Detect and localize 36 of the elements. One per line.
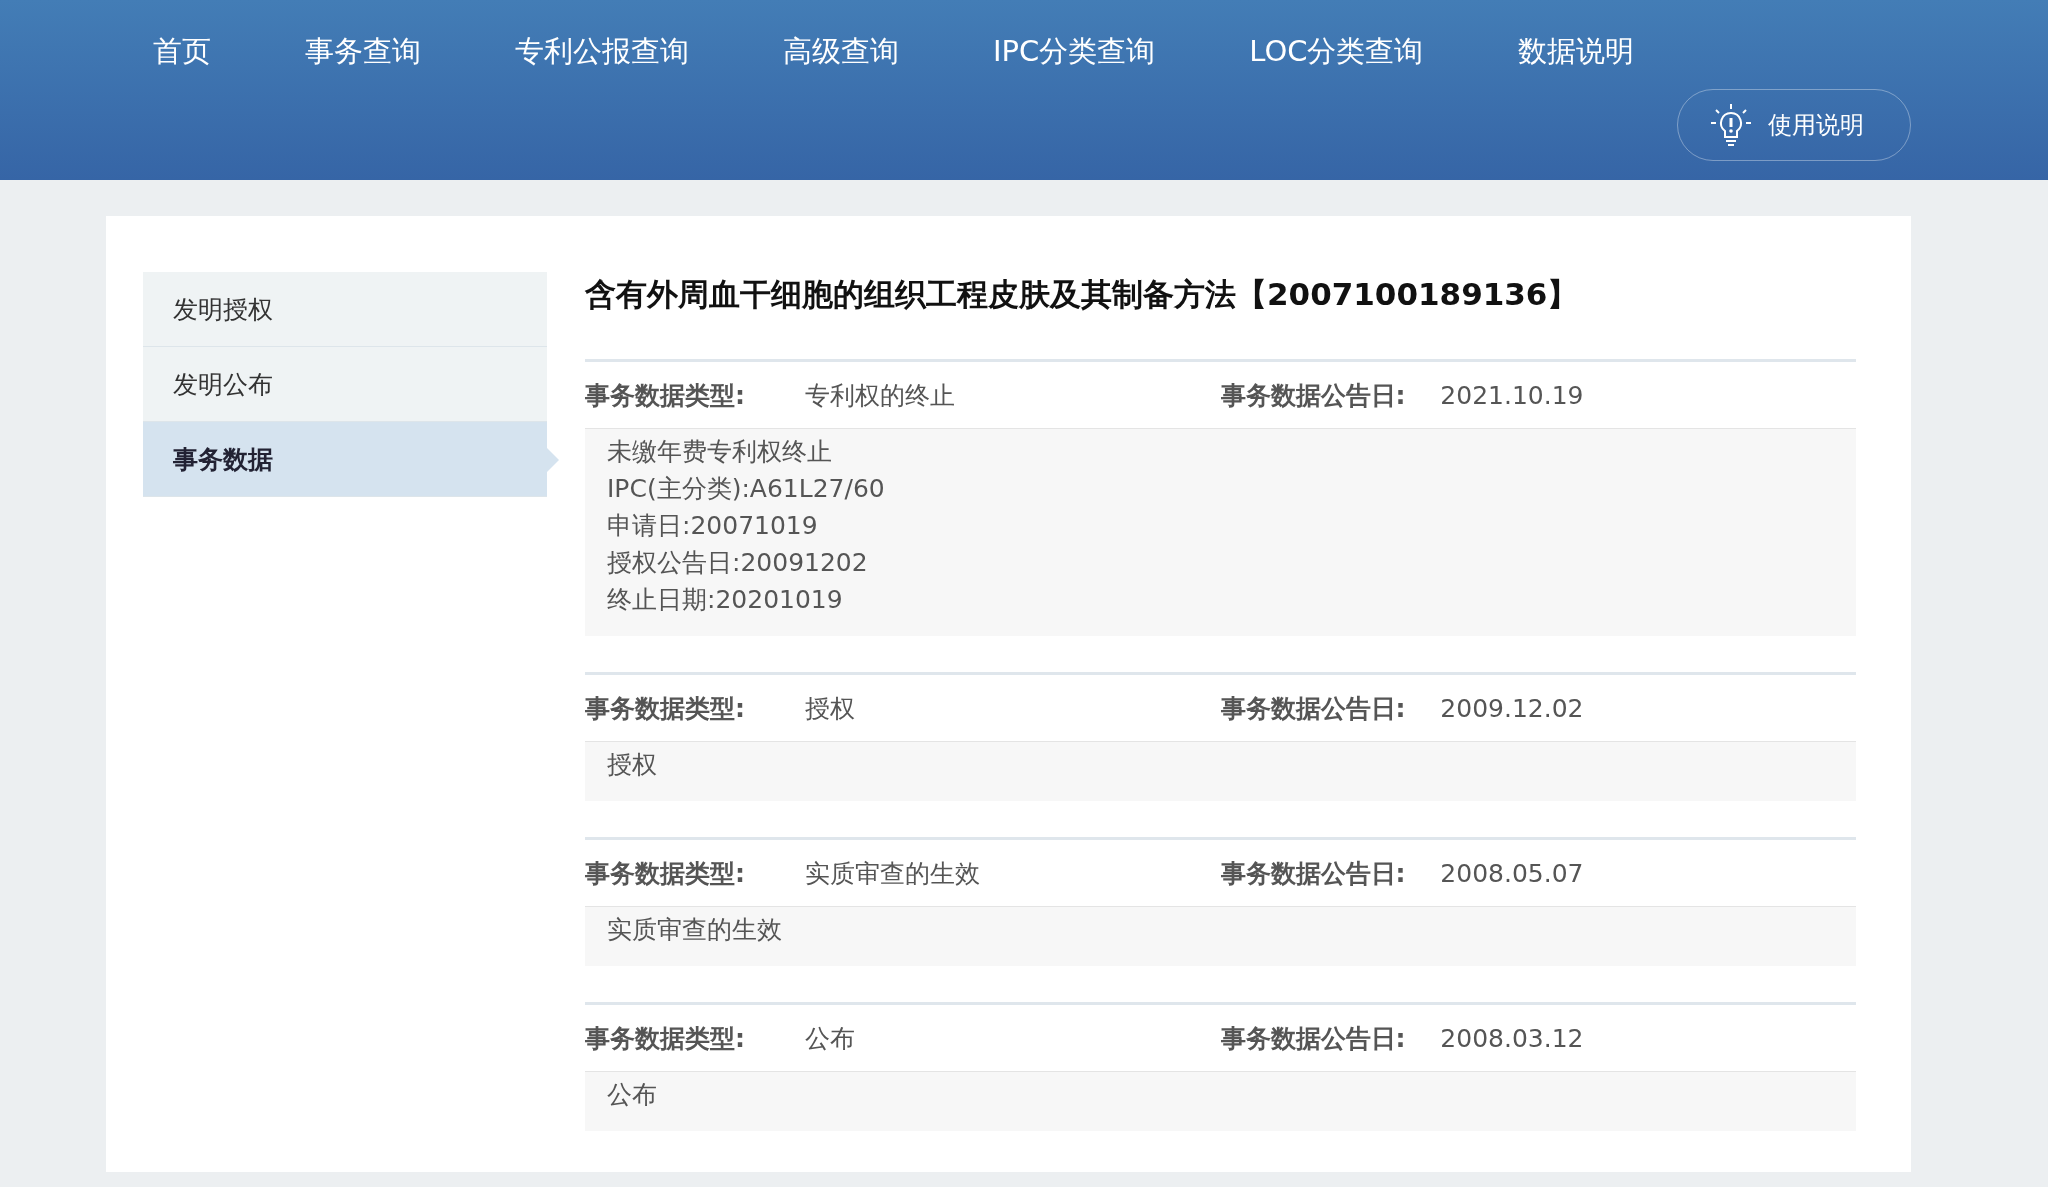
field-label: 事务数据类型:	[585, 379, 746, 412]
detail-line: 未缴年费专利权终止	[607, 436, 833, 468]
field-value: 公布	[804, 1022, 856, 1055]
nav-link[interactable]: 首页	[153, 30, 211, 72]
field-value: 专利权的终止	[804, 379, 956, 412]
nav-link[interactable]: 数据说明	[1517, 30, 1634, 72]
field-label: 事务数据类型:	[585, 692, 746, 725]
detail-line: IPC(主分类):A61L27/60	[607, 473, 886, 505]
detail-line: 实质审查的生效	[607, 914, 783, 946]
patent-title: 含有外周血干细胞的组织工程皮肤及其制备方法【2007100189136】	[585, 275, 1580, 314]
field-value: 实质审查的生效	[804, 857, 981, 890]
detail-line: 申请日:20071019	[607, 510, 819, 542]
nav-link[interactable]: IPC分类查询	[993, 30, 1156, 72]
field-label: 事务数据类型:	[585, 1022, 746, 1055]
field-label: 事务数据公告日:	[1220, 692, 1407, 725]
detail-line: 终止日期:20201019	[607, 584, 844, 616]
field-label: 事务数据公告日:	[1220, 1022, 1407, 1055]
field-value: 2021.10.19	[1440, 380, 1585, 410]
detail-line: 授权公告日:20091202	[607, 547, 869, 579]
nav-link[interactable]: 高级查询	[783, 30, 899, 72]
nav-link[interactable]: 专利公报查询	[515, 30, 689, 72]
nav-link[interactable]: 事务查询	[305, 30, 421, 72]
detail-line: 授权	[607, 749, 658, 781]
detail-line: 公布	[607, 1079, 658, 1111]
sidebar-item[interactable]: 发明授权	[143, 272, 547, 347]
pointer-icon	[547, 448, 559, 472]
sidebar-item[interactable]: 发明公布	[143, 347, 547, 422]
field-label: 事务数据公告日:	[1220, 857, 1407, 890]
field-value: 2008.05.07	[1440, 858, 1585, 888]
field-value: 2009.12.02	[1440, 693, 1585, 723]
field-value: 2008.03.12	[1440, 1023, 1585, 1053]
field-value: 授权	[804, 692, 856, 725]
field-label: 事务数据公告日:	[1220, 379, 1407, 412]
nav-link[interactable]: LOC分类查询	[1249, 30, 1424, 72]
lightbulb-icon	[1710, 103, 1752, 147]
field-label: 事务数据类型:	[585, 857, 746, 890]
